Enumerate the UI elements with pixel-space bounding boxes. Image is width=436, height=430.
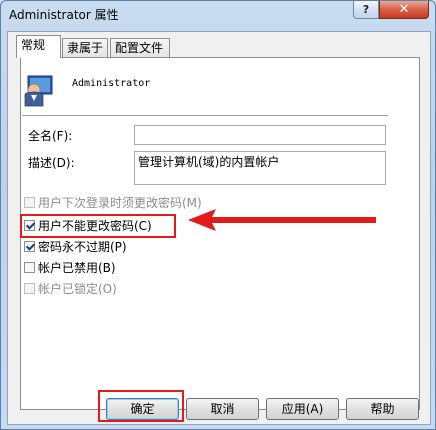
tab-general-label: 常规 — [21, 38, 46, 52]
checkbox-must-change[interactable] — [24, 197, 35, 208]
description-label: 描述(D): — [28, 156, 75, 170]
tab-member-of-label: 隶属于 — [67, 41, 104, 55]
apply-button[interactable]: 应用(A) — [266, 398, 339, 420]
option-must-change-label: 用户下次登录时须更改密码(M) — [38, 196, 202, 210]
ok-highlight-box — [98, 390, 184, 422]
checkbox-account-disabled[interactable] — [24, 262, 35, 273]
fullname-label: 全名(F): — [28, 129, 73, 143]
description-field[interactable]: 管理计算机(域)的内置帐户 — [134, 151, 386, 185]
close-button[interactable]: ✕ — [379, 1, 429, 19]
dialog-window: Administrator 属性 ? ✕ 常规 隶属于 配置文件 Adminis… — [0, 0, 436, 430]
tab-member-of[interactable]: 隶属于 — [62, 38, 108, 57]
checkbox-never-expires[interactable] — [24, 241, 35, 252]
divider — [22, 115, 388, 117]
highlight-arrow — [188, 209, 376, 231]
tab-profile-label: 配置文件 — [115, 41, 164, 55]
option-account-locked-label: 帐户已锁定(O) — [38, 282, 117, 296]
option-never-expires-label: 密码永不过期(P) — [38, 240, 127, 254]
option-account-locked[interactable]: 帐户已锁定(O) — [24, 281, 117, 297]
highlight-box — [20, 214, 176, 238]
option-password-never-expires[interactable]: 密码永不过期(P) — [24, 239, 127, 255]
user-avatar-icon — [24, 75, 53, 107]
help-button[interactable]: 帮助 — [346, 398, 419, 420]
fullname-field[interactable] — [134, 125, 386, 145]
help-caption-button[interactable]: ? — [353, 1, 379, 19]
option-must-change-password[interactable]: 用户下次登录时须更改密码(M) — [24, 195, 202, 211]
tab-profile[interactable]: 配置文件 — [110, 38, 170, 57]
tab-general[interactable]: 常规 — [16, 35, 61, 58]
option-account-disabled-label: 帐户已禁用(B) — [38, 261, 116, 275]
option-account-disabled[interactable]: 帐户已禁用(B) — [24, 260, 116, 276]
user-name: Administrator — [72, 78, 151, 89]
window-title: Administrator 属性 — [9, 8, 119, 22]
checkbox-account-locked[interactable] — [24, 283, 35, 294]
cancel-button[interactable]: 取消 — [186, 398, 259, 420]
dialog-client: 常规 隶属于 配置文件 Administrator 全名(F): 描述(D): … — [7, 31, 431, 425]
